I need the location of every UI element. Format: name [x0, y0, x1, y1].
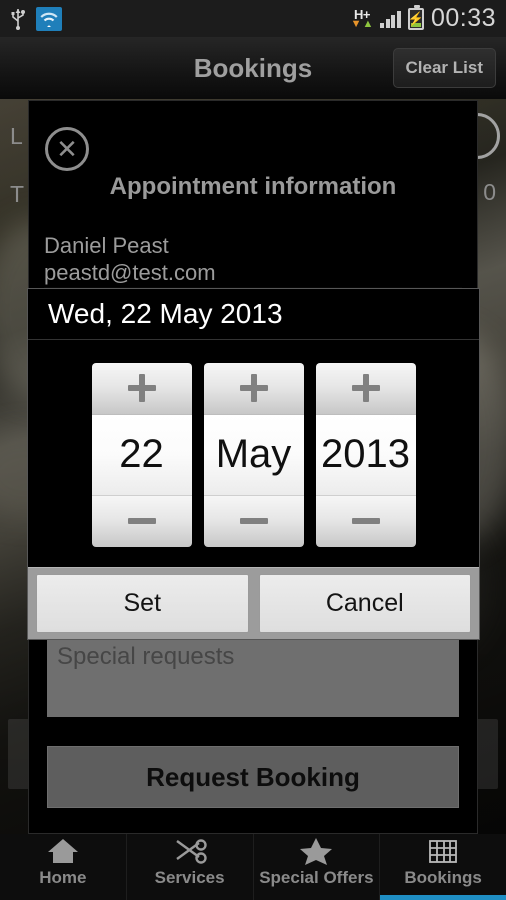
plus-icon	[127, 374, 156, 402]
date-picker-buttons: Set Cancel	[28, 567, 479, 639]
selected-date-label: Wed, 22 May 2013	[48, 298, 283, 329]
sidebar-item-home[interactable]: Home	[0, 834, 127, 900]
cancel-button[interactable]: Cancel	[258, 574, 471, 633]
day-value[interactable]: 22	[91, 414, 192, 495]
app-screen: L T 0 H+ ▼ ▲ ⚡ 00:33 Bookings Clear List…	[0, 0, 506, 900]
calendar-grid-icon	[427, 836, 459, 866]
background-label-left-2: T	[10, 181, 25, 207]
data-up-arrow-icon: ▲	[362, 18, 374, 30]
day-increment-button[interactable]	[91, 362, 192, 415]
set-button[interactable]: Set	[36, 574, 249, 633]
usb-icon	[10, 8, 26, 30]
active-indicator	[380, 895, 506, 900]
sidebar-item-bookings[interactable]: Bookings	[380, 834, 506, 900]
status-clock: 00:33	[430, 4, 496, 32]
year-value[interactable]: 2013	[315, 414, 416, 495]
action-bar: Bookings Clear List	[0, 37, 506, 99]
scissors-icon	[173, 836, 207, 866]
year-increment-button[interactable]	[315, 362, 416, 415]
month-spinner: May	[203, 362, 304, 547]
plus-icon	[351, 374, 380, 402]
page-title: Bookings	[193, 52, 313, 83]
clear-list-button[interactable]: Clear List	[392, 48, 496, 88]
home-icon	[46, 836, 80, 866]
customer-name: Daniel Peast	[44, 233, 169, 258]
year-spinner: 2013	[315, 362, 416, 547]
month-value[interactable]: May	[203, 414, 304, 495]
minus-icon	[351, 518, 380, 524]
dialog-title: Appointment information	[109, 173, 397, 200]
month-decrement-button[interactable]	[203, 494, 304, 547]
date-picker-dialog: Wed, 22 May 2013 22 May 2013 Set Cancel	[27, 288, 480, 640]
month-increment-button[interactable]	[203, 362, 304, 415]
sidebar-item-services[interactable]: Services	[127, 834, 254, 900]
sidebar-item-special-offers[interactable]: Special Offers	[254, 834, 381, 900]
network-type-icon: H+ ▼ ▲	[350, 8, 374, 30]
star-icon	[298, 836, 334, 866]
minus-icon	[239, 518, 268, 524]
sidebar-item-label: Services	[154, 868, 225, 887]
plus-icon	[239, 374, 268, 402]
date-spinners: 22 May 2013	[28, 340, 479, 569]
sidebar-item-label: Home	[39, 868, 87, 887]
day-spinner: 22	[91, 362, 192, 547]
sidebar-item-label: Bookings	[404, 868, 482, 887]
special-requests-input[interactable]: Special requests	[47, 637, 459, 717]
minus-icon	[127, 518, 156, 524]
battery-charging-icon: ⚡	[408, 4, 424, 30]
status-bar: H+ ▼ ▲ ⚡ 00:33	[0, 0, 506, 37]
sidebar-item-label: Special Offers	[259, 868, 374, 887]
background-label-right-1: 0	[483, 179, 496, 205]
customer-email: peastd@test.com	[44, 260, 216, 285]
data-down-arrow-icon: ▼	[350, 18, 362, 30]
date-picker-header: Wed, 22 May 2013	[28, 289, 479, 339]
year-decrement-button[interactable]	[315, 494, 416, 547]
bottom-navigation: Home Services Special Offers Bookings	[0, 834, 506, 900]
request-booking-button[interactable]: Request Booking	[47, 746, 459, 808]
close-icon[interactable]: ✕	[45, 127, 89, 171]
background-label-left-1: L	[10, 123, 23, 149]
signal-bars-icon	[380, 10, 401, 28]
wifi-icon	[36, 6, 62, 31]
day-decrement-button[interactable]	[91, 494, 192, 547]
